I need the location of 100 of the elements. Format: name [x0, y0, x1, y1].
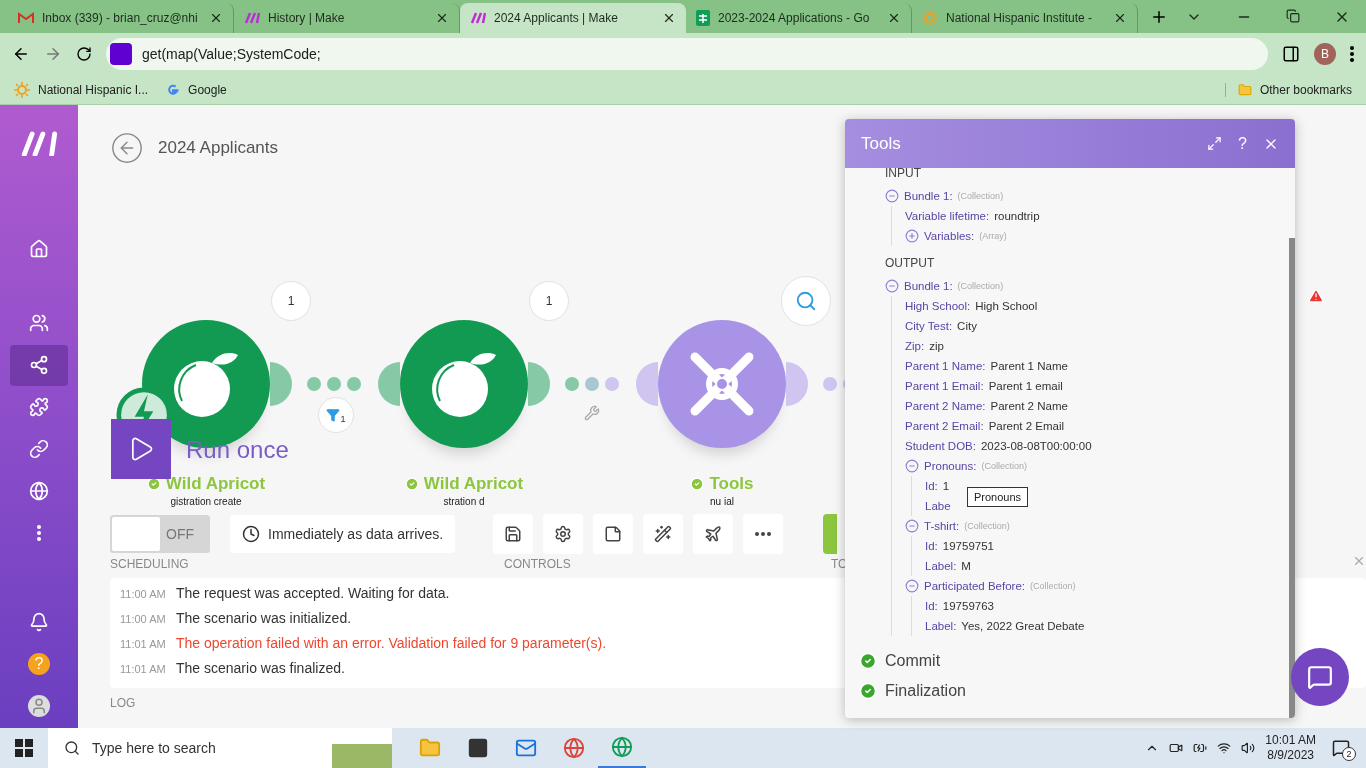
close-icon[interactable] — [209, 11, 223, 25]
scenario-title: 2024 Applicants — [158, 137, 279, 158]
field-name: Variable lifetime: — [905, 210, 990, 222]
airplane-icon — [704, 525, 723, 543]
field-name: Id: — [925, 540, 938, 552]
close-icon[interactable] — [1113, 11, 1127, 25]
airplane-button[interactable] — [693, 514, 734, 554]
restore-icon[interactable] — [1286, 9, 1300, 23]
expand-icon[interactable] — [905, 229, 919, 243]
camera-icon[interactable] — [1169, 741, 1184, 755]
collapse-icon[interactable] — [885, 279, 899, 293]
field-value: Yes, 2022 Great Debate — [961, 620, 1085, 632]
field-value: 1 — [942, 480, 950, 492]
battery-icon[interactable] — [1193, 741, 1208, 755]
close-icon[interactable] — [662, 11, 676, 25]
logo-icon[interactable] — [21, 131, 57, 157]
folder-icon — [1237, 82, 1252, 97]
section-label: SCHEDULING — [110, 557, 189, 571]
taskbar-search[interactable]: Type here to search — [48, 728, 392, 768]
more-button[interactable] — [743, 514, 784, 554]
log-time: 11:00 AM — [120, 588, 166, 600]
filter-badge[interactable]: 1 — [318, 397, 354, 433]
check-icon — [690, 477, 705, 491]
logo-icon — [470, 12, 486, 24]
site-icon — [110, 43, 132, 65]
browser-icon — [563, 737, 585, 759]
section-label: LOG — [110, 696, 137, 710]
field-name: Bundle 1: — [904, 190, 953, 202]
save-button[interactable] — [493, 514, 534, 554]
notification-button[interactable]: 2 — [1326, 733, 1356, 763]
magic-wand-icon — [654, 525, 673, 543]
more-icon[interactable] — [37, 525, 41, 542]
log-time: 11:01 AM — [120, 663, 166, 675]
windows-icon[interactable] — [15, 739, 33, 757]
clock-icon — [242, 525, 260, 543]
close-icon[interactable] — [887, 11, 901, 25]
field-type: (Collection) — [964, 521, 1010, 531]
bookmark[interactable]: Google — [166, 82, 227, 97]
sidebar-item[interactable] — [10, 344, 68, 386]
warning-icon — [1308, 288, 1324, 304]
log-time: 11:00 AM — [120, 613, 166, 625]
field-name: Id: — [925, 480, 938, 492]
bell-icon — [29, 612, 49, 633]
close-icon[interactable] — [435, 11, 449, 25]
settings-button[interactable] — [543, 514, 584, 554]
person-icon — [30, 697, 48, 716]
field-value: City — [957, 320, 977, 332]
field-value: roundtrip — [994, 210, 1040, 222]
step-label: Commit — [885, 652, 941, 670]
back-icon[interactable] — [12, 45, 30, 63]
collapse-icon[interactable] — [885, 189, 899, 203]
field-name: Variables: — [924, 230, 975, 242]
message-icon — [1332, 739, 1350, 757]
users-icon — [29, 313, 49, 333]
field-name: Parent 1 Name: — [905, 360, 986, 372]
field-name: Parent 1 Email: — [905, 380, 984, 392]
field-name: Parent 2 Email: — [905, 420, 984, 432]
field-name: Pronouns: — [924, 460, 977, 472]
field-name: Id: — [925, 600, 938, 612]
maximize-icon[interactable] — [1207, 136, 1223, 151]
browser-tab[interactable]: 2024 Applicants | Make — [460, 3, 686, 33]
magic-wand-button[interactable] — [643, 514, 684, 554]
bookmark[interactable]: National Hispanic I... — [14, 81, 149, 98]
menu-icon[interactable] — [1350, 46, 1354, 62]
schedule-button[interactable]: Immediately as data arrives. — [230, 515, 456, 553]
sun-icon — [922, 10, 938, 26]
field-name: Zip: — [905, 340, 925, 352]
collapse-icon[interactable] — [905, 459, 919, 473]
module-name: Wild Apricot — [165, 474, 266, 494]
wifi-icon[interactable] — [1217, 741, 1232, 755]
volume-icon[interactable] — [1241, 741, 1256, 755]
tooltip: Pronouns — [967, 487, 1029, 507]
forward-icon[interactable] — [44, 45, 62, 63]
collapse-icon[interactable] — [905, 579, 919, 593]
field-value: Parent 2 Email — [988, 420, 1065, 432]
taskbar-clock[interactable]: 10:01 AM 8/9/2023 — [1265, 733, 1316, 763]
profile-avatar[interactable]: B — [1314, 43, 1336, 65]
globe-icon — [29, 481, 49, 502]
side-panel-icon[interactable] — [1282, 45, 1300, 63]
collapse-icon[interactable] — [905, 519, 919, 533]
section-label: CONTROLS — [504, 557, 571, 571]
avatar-icon[interactable] — [28, 695, 50, 718]
field-value: 19759751 — [942, 540, 994, 552]
note-button[interactable] — [593, 514, 634, 554]
reload-icon[interactable] — [76, 46, 92, 62]
new-tab-icon[interactable] — [1150, 8, 1168, 26]
save-icon — [504, 525, 523, 543]
address-bar[interactable]: get(map(Value;SystemCode; — [106, 38, 1268, 70]
other-bookmarks[interactable]: Other bookmarks — [1224, 82, 1352, 97]
settings-icon — [554, 525, 573, 543]
more-icon — [755, 532, 772, 536]
log-message: The operation failed with an error. Validation failed for 9 parameter(s). — [176, 635, 607, 651]
field-value: Parent 2 Name — [990, 400, 1068, 412]
section-heading: INPUT — [884, 166, 922, 182]
browser-icon — [611, 736, 633, 758]
search-bubble[interactable] — [781, 276, 831, 326]
panel-title: Tools — [861, 133, 902, 154]
run-once-button[interactable] — [111, 419, 171, 479]
help-button[interactable]: ? — [1238, 134, 1247, 153]
chat-icon — [1307, 664, 1333, 690]
